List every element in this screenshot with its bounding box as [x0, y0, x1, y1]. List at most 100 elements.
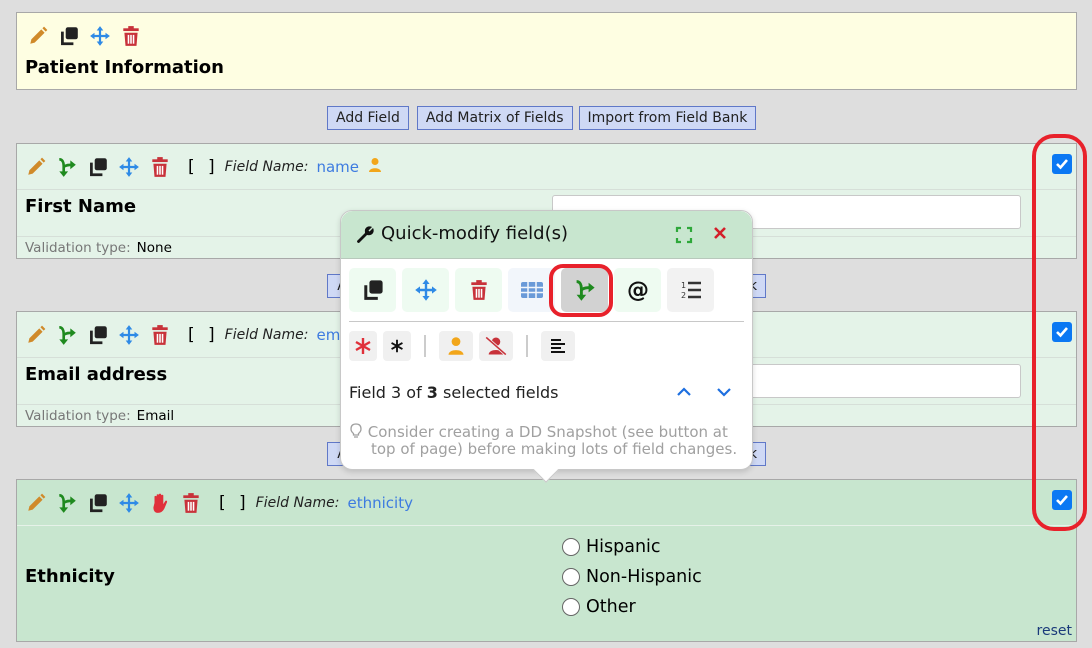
selected-count-text: Field 3 of 3 selected fields	[349, 383, 559, 402]
svg-text:1: 1	[681, 281, 686, 290]
radio-option[interactable]: Hispanic	[562, 532, 702, 562]
copy-icon[interactable]	[58, 25, 80, 47]
radio-button[interactable]	[562, 598, 580, 616]
branching-icon[interactable]	[56, 324, 78, 346]
field-action-icons	[25, 492, 202, 514]
validation-value: None	[136, 240, 172, 256]
field-brackets: [ ]	[188, 157, 219, 177]
pencil-icon[interactable]	[25, 492, 47, 514]
pencil-icon[interactable]	[25, 324, 47, 346]
count-suffix: selected fields	[437, 383, 559, 402]
tip-line-1: Consider creating a DD Snapshot (see but…	[367, 423, 728, 441]
wrench-icon	[355, 225, 375, 249]
radio-label: Non-Hispanic	[586, 567, 702, 587]
move-icon[interactable]	[118, 156, 140, 178]
lightbulb-icon	[349, 423, 363, 441]
stop-hand-icon[interactable]	[149, 492, 171, 514]
field-label: Ethnicity	[25, 566, 115, 587]
close-icon[interactable]	[713, 224, 727, 245]
tip-line-2: top of page) before making lots of field…	[371, 440, 738, 458]
field-name-value: ethnicity	[347, 494, 413, 512]
field-name-area: [ ] Field Name: ethnicity	[219, 493, 413, 513]
quick-modify-popover: Quick-modify field(s) @ 12 Field 3 of 3 …	[340, 210, 753, 483]
field-action-icons	[25, 324, 171, 346]
chevron-down-icon[interactable]	[715, 383, 733, 405]
move-icon[interactable]	[118, 324, 140, 346]
radio-button[interactable]	[562, 538, 580, 556]
branching-icon[interactable]	[56, 492, 78, 514]
expand-icon[interactable]	[675, 226, 693, 248]
validation-value: Email	[136, 408, 175, 424]
radio-option[interactable]: Non-Hispanic	[562, 562, 702, 592]
popover-header: Quick-modify field(s)	[341, 211, 752, 259]
field-name-label: Field Name:	[224, 159, 309, 175]
popover-title: Quick-modify field(s)	[381, 223, 569, 244]
trash-icon[interactable]	[149, 156, 171, 178]
field-navigation	[675, 383, 733, 405]
field-brackets: [ ]	[188, 325, 219, 345]
action-tags-button[interactable]: @	[614, 268, 661, 312]
validation-label: Validation type:	[25, 240, 131, 256]
choices-list-button[interactable]: 12	[667, 268, 714, 312]
reset-link[interactable]: reset	[1037, 623, 1072, 639]
snapshot-tip: Consider creating a DD Snapshot (see but…	[349, 423, 749, 458]
toolbar-separator	[424, 335, 426, 357]
radio-label: Hispanic	[586, 537, 661, 557]
chevron-up-icon[interactable]	[675, 383, 693, 405]
ethnicity-radio-group: Hispanic Non-Hispanic Other	[562, 532, 702, 622]
field-name-label: Field Name:	[224, 327, 309, 343]
field-name-label: Field Name:	[255, 495, 340, 511]
svg-text:@: @	[627, 278, 649, 302]
branching-icon[interactable]	[56, 156, 78, 178]
field-action-icons	[25, 156, 171, 178]
pencil-icon[interactable]	[27, 25, 49, 47]
field-label: Email address	[25, 364, 168, 385]
trash-icon[interactable]	[180, 492, 202, 514]
unset-identifier-button[interactable]	[479, 331, 513, 361]
move-icon[interactable]	[89, 25, 111, 47]
copy-icon[interactable]	[87, 492, 109, 514]
delete-fields-button[interactable]	[455, 268, 502, 312]
section-icons	[27, 25, 142, 47]
identifier-person-icon	[367, 157, 383, 177]
field-header: [ ] Field Name: ethnicity	[17, 480, 1076, 526]
quick-toolbar-row-1: @ 12	[349, 268, 714, 312]
import-field-bank-button[interactable]: Import from Field Bank	[578, 106, 757, 130]
copy-icon[interactable]	[87, 156, 109, 178]
field-name-area: [ ] Field Name: email	[188, 325, 358, 345]
field-name-area: [ ] Field Name: name	[188, 157, 383, 177]
alignment-button[interactable]	[541, 331, 575, 361]
add-matrix-button[interactable]: Add Matrix of Fields	[416, 106, 573, 130]
quick-toolbar-row-2	[349, 331, 575, 361]
field-brackets: [ ]	[219, 493, 250, 513]
field-header: [ ] Field Name: name	[17, 144, 1076, 190]
set-identifier-button[interactable]	[439, 331, 473, 361]
field-label: First Name	[25, 196, 137, 217]
count-total: 3	[426, 383, 438, 402]
active-tool-highlight-annotation	[549, 264, 613, 317]
move-fields-button[interactable]	[402, 268, 449, 312]
matrix-button[interactable]	[508, 268, 555, 312]
add-field-row: Add Field Add Matrix of Fields Import fr…	[327, 106, 757, 130]
radio-label: Other	[586, 597, 636, 617]
add-field-button[interactable]: Add Field	[327, 106, 409, 130]
set-required-button[interactable]	[349, 331, 377, 361]
toolbar-separator	[526, 335, 528, 357]
trash-icon[interactable]	[149, 324, 171, 346]
move-icon[interactable]	[118, 492, 140, 514]
pencil-icon[interactable]	[25, 156, 47, 178]
checkbox-highlight-annotation	[1032, 134, 1087, 531]
radio-button[interactable]	[562, 568, 580, 586]
section-header: Patient Information	[16, 12, 1077, 90]
toolbar-divider	[349, 321, 744, 322]
field-ethnicity: [ ] Field Name: ethnicity Ethnicity Hisp…	[16, 479, 1077, 642]
copy-fields-button[interactable]	[349, 268, 396, 312]
copy-icon[interactable]	[87, 324, 109, 346]
field-name-value: name	[316, 158, 360, 176]
trash-icon[interactable]	[120, 25, 142, 47]
count-prefix: Field 3 of	[349, 383, 427, 402]
set-optional-button[interactable]	[383, 331, 411, 361]
svg-text:2: 2	[681, 291, 686, 300]
radio-option[interactable]: Other	[562, 592, 702, 622]
validation-label: Validation type:	[25, 408, 131, 424]
